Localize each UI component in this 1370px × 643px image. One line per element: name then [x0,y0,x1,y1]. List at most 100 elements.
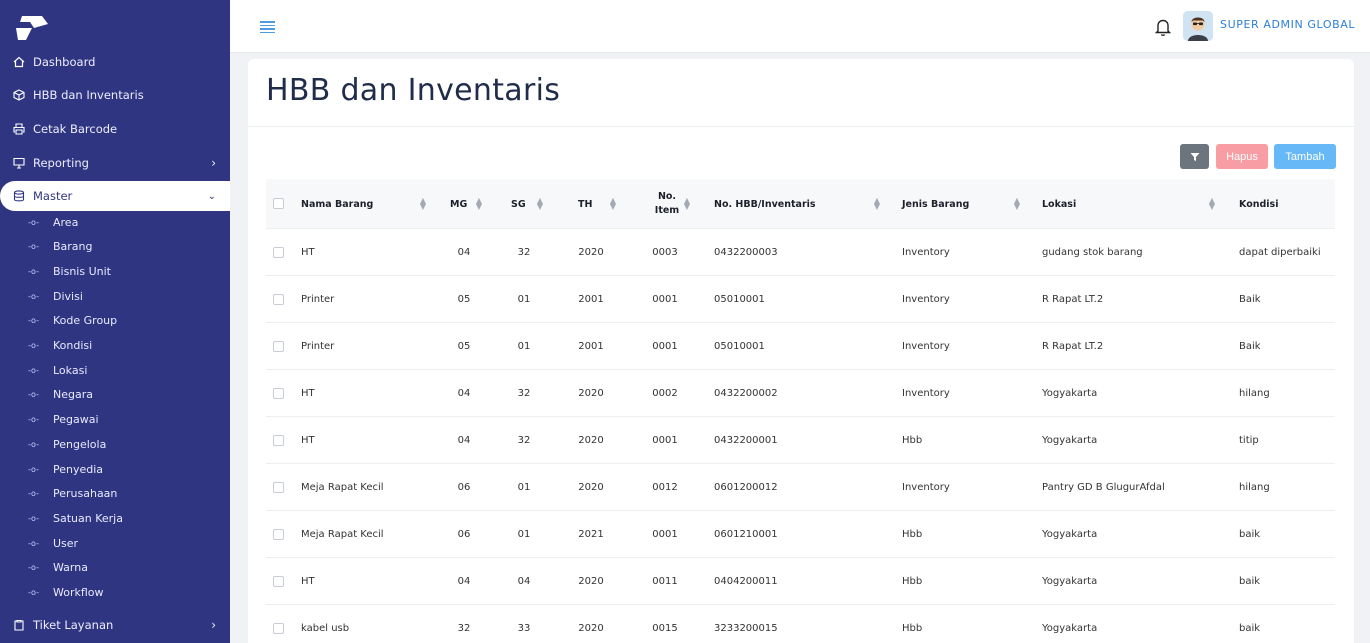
user-name[interactable]: SUPER ADMIN GLOBAL [1220,18,1355,31]
row-checkbox[interactable] [273,435,284,446]
column-header-kondisi[interactable]: Kondisi [1239,179,1329,229]
table-row[interactable]: HT 04 32 2020 0002 0432200002 Inventory Yogyaka… [266,370,1335,417]
sidebar-subitem-kode-group[interactable]: -o- Kode Group [28,311,117,331]
cell-nama-barang: Printer [301,294,335,305]
cell-nama-barang: Meja Rapat Kecil [301,529,384,540]
sidebar-subitem-label: Lokasi [53,363,88,377]
sidebar-subitem-pengelola[interactable]: -o- Pengelola [28,434,106,454]
row-checkbox[interactable] [273,388,284,399]
sidebar-item-cetak-barcode[interactable]: Cetak Barcode [0,114,230,144]
sidebar-subitem-label: Bisnis Unit [53,264,111,278]
sidebar-item-dashboard[interactable]: Dashboard [0,47,230,77]
sidebar-subitem-label: Kondisi [53,339,93,352]
cell-sg: 32 [517,247,531,258]
sidebar-subitem-label: Barang [53,240,93,254]
cell-no-hbb: 0432200002 [714,388,778,399]
cell-jenis-barang: Inventory [902,482,950,493]
sidebar-subitem-divisi[interactable]: -o- Divisi [28,286,83,306]
sidebar-item-label: Reporting [33,156,89,170]
table-row[interactable]: HT 04 32 2020 0003 0432200003 Inventory gudang … [266,229,1335,276]
clipboard-icon [12,618,26,632]
cell-th: 2020 [578,482,604,493]
column-header-mg[interactable]: MG ▲ ▼ [450,179,482,229]
bullet-icon: -o- [28,341,39,350]
brand-logo-icon[interactable] [12,14,50,42]
cell-mg: 05 [457,341,471,352]
sidebar-item-master[interactable]: Master ⌄ [0,181,230,211]
bullet-icon: -o- [28,563,39,573]
cell-nama-barang: HT [301,576,315,587]
sidebar-item-reporting[interactable]: Reporting › [0,148,230,178]
sidebar-item-tiket-layanan[interactable]: Tiket Layanan › [0,610,230,640]
column-header-no-item[interactable]: No. Item ▲ ▼ [644,179,690,229]
cell-mg: 05 [457,294,471,305]
row-checkbox[interactable] [273,576,284,587]
cell-lokasi: R Rapat LT.2 [1042,294,1104,305]
sidebar-subitem-pegawai[interactable]: -o- Pegawai [28,410,99,430]
row-checkbox[interactable] [273,294,284,305]
cell-kondisi: dapat diperbaiki [1239,247,1321,258]
sidebar-item-hbb-inventaris[interactable]: HBB dan Inventaris [0,80,230,110]
row-checkbox[interactable] [273,482,284,493]
column-header-sg[interactable]: SG ▲ ▼ [511,179,543,229]
sidebar-subitem-negara[interactable]: -o- Negara [28,385,93,405]
top-bar: SUPER ADMIN GLOBAL [230,0,1370,53]
row-checkbox[interactable] [273,529,284,540]
sidebar-subitem-satuan-kerja[interactable]: -o- Satuan Kerja [28,508,123,528]
bullet-icon: -o- [28,316,39,326]
cell-th: 2020 [578,435,604,446]
column-header-th[interactable]: TH ▲ ▼ [578,179,616,229]
sidebar-subitem-label: User [53,536,79,550]
cell-jenis-barang: Inventory [902,294,950,305]
cell-lokasi: R Rapat LT.2 [1042,341,1104,352]
sidebar-item-label: Dashboard [33,55,96,69]
sidebar-subitem-barang[interactable]: -o- Barang [28,237,93,257]
table-row[interactable]: Printer 05 01 2001 0001 05010001 Inventory R Ra… [266,323,1335,370]
sidebar-subitem-area[interactable]: -o- Area [28,212,78,232]
cell-nama-barang: HT [301,388,315,399]
row-checkbox[interactable] [273,623,284,634]
sidebar-subitem-warna[interactable]: -o- Warna [28,558,88,578]
sidebar-subitem-bisnis-unit[interactable]: -o- Bisnis Unit [28,261,111,281]
table-row[interactable]: Printer 05 01 2001 0001 05010001 Inventory R Ra… [266,276,1335,323]
cell-no-hbb: 0601210001 [714,529,778,540]
avatar[interactable] [1183,11,1213,41]
cell-sg: 01 [517,482,531,493]
select-all-checkbox[interactable] [273,198,284,209]
notification-bell-icon[interactable] [1154,17,1172,37]
table-row[interactable]: Meja Rapat Kecil 06 01 2021 0001 0601210001 Hb… [266,511,1335,558]
sidebar-subitem-label: Workflow [53,586,104,599]
sidebar-subitem-kondisi[interactable]: -o- Kondisi [28,336,92,356]
bullet-icon: -o- [28,513,39,523]
cell-jenis-barang: Hbb [902,435,923,446]
column-header-lokasi[interactable]: Lokasi ▲ ▼ [1042,179,1215,229]
sidebar-subitem-penyedia[interactable]: -o- Penyedia [28,459,103,479]
table-row[interactable]: kabel usb 32 33 2020 0015 3233200015 Hbb Yogyak… [266,605,1335,643]
cell-kondisi: baik [1239,529,1261,540]
sidebar-subitem-perusahaan[interactable]: -o- Perusahaan [28,484,117,504]
cell-kondisi: hilang [1239,482,1270,493]
column-header-no-hbb[interactable]: No. HBB/Inventaris ▲ ▼ [714,179,880,229]
row-checkbox[interactable] [273,247,284,258]
sidebar-subitem-user[interactable]: -o- User [28,533,78,553]
table-row[interactable]: HT 04 04 2020 0011 0404200011 Hbb Yogyakarta bai… [266,558,1335,605]
menu-toggle-icon[interactable] [260,21,275,33]
column-header-nama-barang[interactable]: Nama Barang ▲ ▼ [301,179,426,229]
cell-no-hbb: 0432200001 [714,435,778,446]
filter-icon [1190,152,1199,161]
sidebar-subitem-workflow[interactable]: -o- Workflow [28,583,104,603]
cell-th: 2020 [578,623,604,634]
table-row[interactable]: HT 04 32 2020 0001 0432200001 Hbb Yogyakarta tit… [266,417,1335,464]
filter-button[interactable] [1180,144,1209,169]
row-checkbox[interactable] [273,341,284,352]
bullet-icon: -o- [28,365,39,375]
table-row[interactable]: Meja Rapat Kecil 06 01 2020 0012 0601200012 In… [266,464,1335,511]
cell-jenis-barang: Inventory [902,388,950,399]
sidebar-subitem-label: Penyedia [53,462,104,476]
cell-jenis-barang: Inventory [902,341,950,352]
delete-button[interactable]: Hapus [1216,144,1268,169]
divider [248,126,1354,127]
column-header-jenis-barang[interactable]: Jenis Barang ▲ ▼ [902,179,1020,229]
sidebar-subitem-lokasi[interactable]: -o- Lokasi [28,360,87,380]
add-button[interactable]: Tambah [1274,144,1336,169]
